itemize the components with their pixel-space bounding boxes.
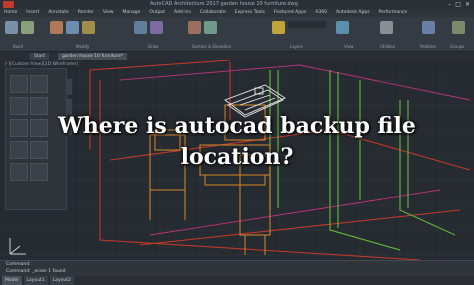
ribbon-tab-featured[interactable]: Featured Apps xyxy=(274,9,306,17)
ribbon-tab-insert[interactable]: Insert xyxy=(26,9,39,17)
command-line[interactable]: Command: Command: _erase 1 found xyxy=(0,260,474,277)
door-tool-icon[interactable] xyxy=(21,21,34,34)
ribbon-tab-autodesk-apps[interactable]: Autodesk Apps xyxy=(336,9,370,17)
ribbon-group-label: Build xyxy=(13,44,24,49)
ribbon-group-view: View xyxy=(334,19,374,49)
layer-properties-icon[interactable] xyxy=(272,21,285,34)
ribbon-tab-view[interactable]: View xyxy=(103,9,114,17)
maximize-button[interactable]: □ xyxy=(455,1,461,8)
tab-start[interactable]: Start xyxy=(30,53,49,60)
minimize-button[interactable]: – xyxy=(448,1,451,8)
measure-icon[interactable] xyxy=(380,21,393,34)
palette-tool-icon[interactable] xyxy=(10,75,28,93)
ribbon-tab-addins[interactable]: Add-ins xyxy=(174,9,191,17)
ribbon-tab-a360[interactable]: A360 xyxy=(315,9,327,17)
group-icon[interactable] xyxy=(452,21,465,34)
ribbon-tab-manage[interactable]: Manage xyxy=(123,9,141,17)
tab-model[interactable]: Model xyxy=(2,276,22,285)
ribbon-tab-bar: Home Insert Annotate Render View Manage … xyxy=(0,9,474,17)
polyline-icon[interactable] xyxy=(150,21,163,34)
ribbon-tab-render[interactable]: Render xyxy=(78,9,94,17)
elevation-icon[interactable] xyxy=(204,21,217,34)
ribbon-tab-express[interactable]: Express Tools xyxy=(235,9,265,17)
tab-layout2[interactable]: Layout2 xyxy=(49,276,74,285)
ribbon-group-label: Layers xyxy=(290,44,304,49)
ribbon-group-palettes: Palettes xyxy=(420,19,450,49)
ribbon-tab-annotate[interactable]: Annotate xyxy=(48,9,69,17)
ribbon-group-layers: Layers xyxy=(270,19,330,49)
tab-layout1[interactable]: Layout1 xyxy=(23,276,48,285)
ribbon-group-label: Palettes xyxy=(420,44,436,49)
layout-tabs: Model Layout1 Layout2 xyxy=(0,276,474,285)
command-history-2: Command: _erase 1 found xyxy=(6,269,66,274)
command-history-1: Command: xyxy=(6,262,31,267)
ribbon-group-label: Draw xyxy=(148,44,159,49)
view-icon[interactable] xyxy=(336,21,349,34)
palette-tab[interactable] xyxy=(67,79,72,95)
ribbon-group-label: Section & Elevation xyxy=(192,44,232,49)
headline-overlay: Where is autocad backup file location? xyxy=(58,113,416,170)
ribbon-group-label: Utilities xyxy=(380,44,396,49)
ribbon-group-label: View xyxy=(344,44,354,49)
title-bar: AutoCAD Architecture 2017 garden house 1… xyxy=(0,0,474,9)
section-icon[interactable] xyxy=(188,21,201,34)
copy-icon[interactable] xyxy=(66,21,79,34)
wall-tool-icon[interactable] xyxy=(5,21,18,34)
close-button[interactable]: ✕ xyxy=(465,1,470,8)
ribbon-panel: Build Modify Draw Section & Elevation La… xyxy=(0,17,474,52)
window-title: AutoCAD Architecture 2017 garden house 1… xyxy=(150,1,298,7)
ribbon-group-section: Section & Elevation xyxy=(186,19,266,49)
ribbon-group-groups: Groups xyxy=(450,19,472,49)
palette-tool-icon[interactable] xyxy=(30,75,48,93)
ribbon-tab-collaborate[interactable]: Collaborate xyxy=(200,9,226,17)
tab-drawing[interactable]: garden house 10 furniture* xyxy=(58,53,128,60)
ribbon-tab-performance[interactable]: Performance xyxy=(379,9,408,17)
ribbon-group-modify: Modify xyxy=(48,19,128,49)
ribbon-group-label: Modify xyxy=(76,44,90,49)
layer-dropdown[interactable] xyxy=(288,21,326,28)
viewport-controls[interactable]: [-][Custom View][2D Wireframe] xyxy=(5,62,78,67)
line-icon[interactable] xyxy=(134,21,147,34)
ribbon-group-build: Build xyxy=(3,19,43,49)
ribbon-tab-output[interactable]: Output xyxy=(149,9,165,17)
palettes-icon[interactable] xyxy=(422,21,435,34)
autocad-logo-icon[interactable] xyxy=(3,1,14,8)
ribbon-group-label: Groups xyxy=(450,44,465,49)
stretch-icon[interactable] xyxy=(82,21,95,34)
ribbon-tab-home[interactable]: Home xyxy=(4,9,17,17)
ribbon-group-utilities: Utilities xyxy=(378,19,418,49)
ucs-axis-icon xyxy=(9,238,26,255)
file-tab-bar: Start garden house 10 furniture* xyxy=(0,52,474,60)
move-icon[interactable] xyxy=(50,21,63,34)
ribbon-group-draw: Draw xyxy=(132,19,182,49)
window-controls: – □ ✕ xyxy=(448,1,470,8)
